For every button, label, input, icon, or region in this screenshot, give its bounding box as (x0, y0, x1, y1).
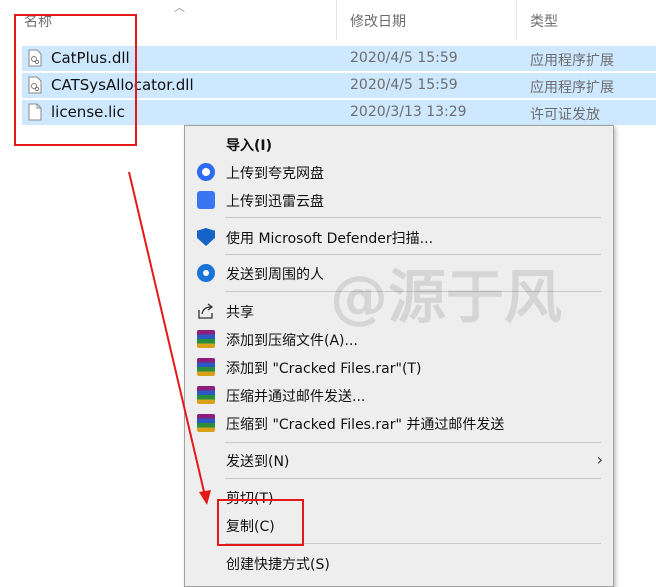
menu-item-label: 发送到(N) (226, 454, 290, 470)
defender-shield-icon (197, 228, 215, 246)
file-type: 应用程序扩展 (530, 53, 614, 69)
file-type: 应用程序扩展 (530, 80, 614, 96)
menu-item-create-shortcut[interactable]: 创建快捷方式(S) (185, 549, 613, 577)
menu-item-share[interactable]: 共享 (185, 297, 613, 325)
menu-item-send-to[interactable]: 发送到(N) › (185, 446, 613, 474)
quark-cloud-icon (197, 163, 215, 181)
menu-item-label: 共享 (226, 305, 254, 321)
column-divider[interactable] (516, 0, 517, 40)
menu-separator (225, 254, 601, 255)
menu-item-defender-scan[interactable]: 使用 Microsoft Defender扫描... (185, 223, 613, 251)
file-type: 许可证发放 (530, 107, 600, 123)
menu-item-upload-xunlei[interactable]: 上传到迅雷云盘 (185, 186, 613, 214)
menu-item-add-archive[interactable]: 添加到压缩文件(A)... (185, 325, 613, 353)
menu-separator (225, 217, 601, 218)
file-date: 2020/4/5 15:59 (350, 77, 458, 93)
xunlei-bird-icon (197, 191, 215, 209)
winrar-icon (197, 358, 215, 376)
menu-item-compress-email[interactable]: 压缩并通过邮件发送... (185, 381, 613, 409)
menu-item-compress-rar-email[interactable]: 压缩到 "Cracked Files.rar" 并通过邮件发送 (185, 409, 613, 437)
menu-item-import[interactable]: 导入(I) (185, 130, 613, 158)
annotation-selection-box (14, 14, 137, 146)
sort-ascending-icon: ︿ (174, 1, 185, 14)
menu-item-label: 发送到周围的人 (226, 267, 324, 283)
file-date: 2020/3/13 13:29 (350, 104, 467, 120)
menu-item-send-nearby[interactable]: 发送到周围的人 (185, 259, 613, 287)
column-divider[interactable] (336, 0, 337, 40)
menu-item-label: 使用 Microsoft Defender扫描... (226, 231, 434, 247)
menu-item-label: 压缩到 "Cracked Files.rar" 并通过邮件发送 (226, 417, 505, 433)
nearby-share-icon (197, 264, 215, 282)
menu-item-label: 压缩并通过邮件发送... (226, 389, 366, 405)
menu-item-label: 上传到迅雷云盘 (226, 194, 324, 210)
chevron-right-icon: › (596, 450, 603, 469)
menu-separator (225, 291, 601, 292)
column-modified[interactable]: 修改日期 (350, 11, 406, 31)
file-date: 2020/4/5 15:59 (350, 50, 458, 66)
menu-item-label: 添加到压缩文件(A)... (226, 333, 358, 349)
menu-item-label: 添加到 "Cracked Files.rar"(T) (226, 361, 422, 377)
winrar-icon (197, 414, 215, 432)
winrar-icon (197, 330, 215, 348)
menu-item-label: 上传到夸克网盘 (226, 166, 324, 182)
winrar-icon (197, 386, 215, 404)
share-icon (198, 303, 214, 319)
column-type[interactable]: 类型 (530, 11, 558, 31)
menu-separator (225, 442, 601, 443)
menu-item-upload-quark[interactable]: 上传到夸克网盘 (185, 158, 613, 186)
menu-item-label: 导入(I) (226, 138, 273, 154)
menu-item-add-rar[interactable]: 添加到 "Cracked Files.rar"(T) (185, 353, 613, 381)
menu-item-label: 创建快捷方式(S) (226, 557, 330, 573)
annotation-copy-box (217, 499, 304, 546)
menu-separator (225, 478, 601, 479)
